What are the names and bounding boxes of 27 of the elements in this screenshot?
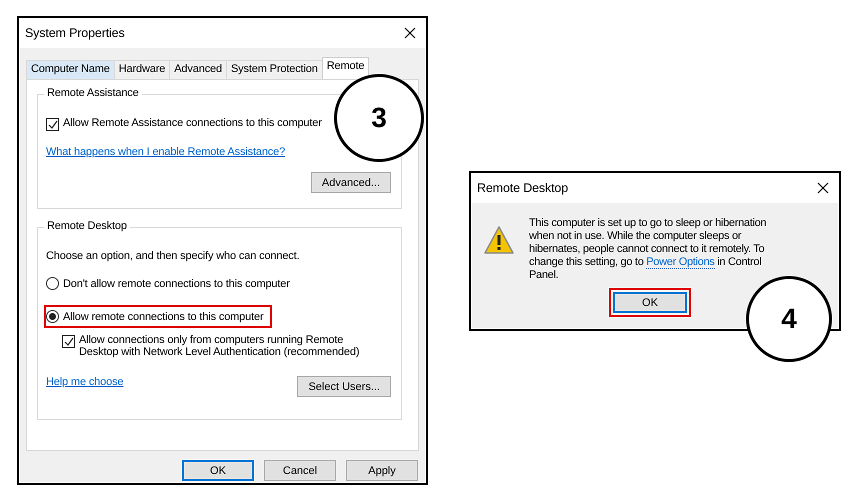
checkbox-label: Allow Remote Assistance connections to this computer [63, 117, 322, 129]
tab[interactable]: Remote [322, 57, 370, 79]
advanced-button[interactable]: Advanced... [310, 172, 391, 193]
close-icon[interactable] [404, 27, 416, 39]
dialog-button[interactable]: Apply [346, 460, 418, 481]
radio-option[interactable]: Don't allow remote connections to this computer [44, 272, 298, 295]
warning-icon [483, 225, 515, 255]
dialog-title: Remote Desktop [477, 181, 568, 195]
checkbox[interactable] [62, 335, 75, 348]
help-link[interactable]: Help me choose [46, 376, 124, 388]
group-title: Remote Assistance [44, 87, 142, 99]
tab[interactable]: Computer Name [26, 60, 115, 79]
help-link[interactable]: What happens when I enable Remote Assistance? [46, 146, 286, 158]
dialog-button[interactable]: OK [182, 460, 254, 481]
highlighted-radio-option[interactable]: Allow remote connections to this computer [44, 305, 272, 328]
dialog-button[interactable]: Cancel [264, 460, 336, 481]
radio-button[interactable] [46, 277, 59, 290]
close-icon[interactable] [817, 182, 829, 194]
checkbox[interactable] [46, 118, 59, 131]
radio-button[interactable] [46, 310, 59, 323]
select-users-button[interactable]: Select Users... [297, 376, 391, 397]
ok-button[interactable]: OK [613, 292, 687, 313]
group-title: Remote Desktop [44, 220, 130, 232]
power-options-link[interactable]: Power Options [646, 256, 715, 269]
checkbox-label: Allow connections only from computers running Remote Desktop with Network Level Authentication (recommended) [79, 334, 360, 358]
instruction-text: Choose an option, and then specify who can connect. [46, 250, 300, 262]
window-title: System Properties [25, 26, 125, 40]
